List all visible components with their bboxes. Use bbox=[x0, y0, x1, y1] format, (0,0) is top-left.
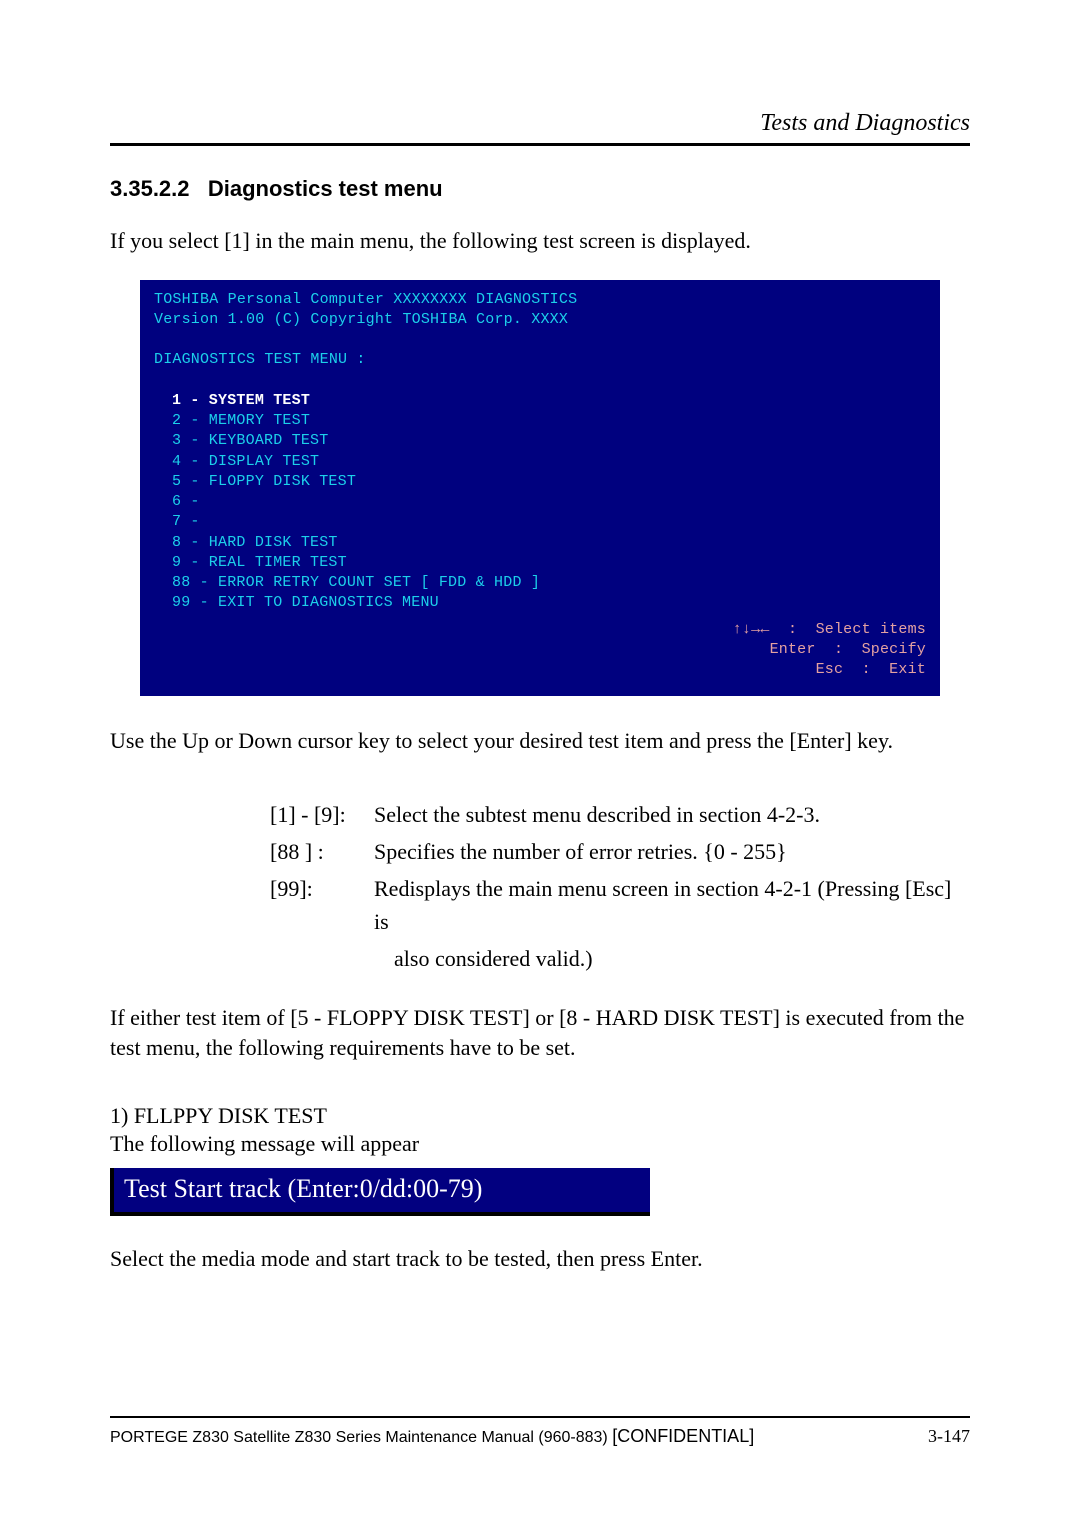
diag-item-2: 2 - MEMORY TEST bbox=[172, 411, 926, 431]
diag-item-4: 4 - DISPLAY TEST bbox=[172, 452, 926, 472]
opt-1-9-key: [1] - [9]: bbox=[270, 798, 370, 831]
diag-item-99: 99 - EXIT TO DIAGNOSTICS MENU bbox=[172, 593, 926, 613]
diag-title-line2: Version 1.00 (C) Copyright TOSHIBA Corp.… bbox=[154, 310, 926, 330]
section-title: Diagnostics test menu bbox=[208, 176, 443, 201]
chapter-header: Tests and Diagnostics bbox=[110, 110, 970, 137]
diag-keys-line2: Enter : Specify bbox=[770, 641, 926, 658]
select-media-text: Select the media mode and start track to… bbox=[110, 1244, 970, 1274]
track-prompt-box: Test Start track (Enter:0/dd:00-79) bbox=[110, 1168, 650, 1216]
diag-item-7: 7 - bbox=[172, 512, 926, 532]
condition-paragraph: If either test item of [5 - FLOPPY DISK … bbox=[110, 1003, 970, 1062]
diag-key-help: ↑↓→← : Select items Enter : Specify Esc … bbox=[154, 620, 926, 681]
diag-item-88: 88 - ERROR RETRY COUNT SET [ FDD & HDD ] bbox=[172, 573, 926, 593]
section-number: 3.35.2.2 bbox=[110, 176, 190, 201]
footer-confidential: [CONFIDENTIAL] bbox=[612, 1426, 754, 1446]
diag-item-6: 6 - bbox=[172, 492, 926, 512]
diagnostics-screenshot: TOSHIBA Personal Computer XXXXXXXX DIAGN… bbox=[140, 280, 940, 697]
diag-keys-line3: Esc : Exit bbox=[797, 661, 926, 678]
opt-99-val: Redisplays the main menu screen in secti… bbox=[370, 872, 970, 938]
page: Tests and Diagnostics 3.35.2.2 Diagnosti… bbox=[0, 0, 1080, 1527]
diag-item-1: 1 - SYSTEM TEST bbox=[172, 391, 926, 411]
header-rule bbox=[110, 143, 970, 146]
intro-paragraph: If you select [1] in the main menu, the … bbox=[110, 226, 970, 256]
footer-manual-title: PORTEGE Z830 Satellite Z830 Series Maint… bbox=[110, 1429, 612, 1446]
diag-keys-line1: ↑↓→← : Select items bbox=[733, 621, 926, 638]
footer-rule bbox=[110, 1416, 970, 1418]
opt-99-val-cont: also considered valid.) bbox=[394, 942, 970, 975]
section-heading: 3.35.2.2 Diagnostics test menu bbox=[110, 176, 970, 202]
opt-1-9-val: Select the subtest menu described in sec… bbox=[370, 798, 970, 831]
footer-page-number: 3-147 bbox=[928, 1426, 970, 1447]
page-footer: PORTEGE Z830 Satellite Z830 Series Maint… bbox=[110, 1416, 970, 1447]
floppy-disk-sub: The following message will appear bbox=[110, 1129, 970, 1159]
footer-left: PORTEGE Z830 Satellite Z830 Series Maint… bbox=[110, 1426, 754, 1447]
diag-menu-title: DIAGNOSTICS TEST MENU : bbox=[154, 350, 926, 370]
diag-item-5: 5 - FLOPPY DISK TEST bbox=[172, 472, 926, 492]
option-descriptions: [1] - [9]: Select the subtest menu descr… bbox=[270, 798, 970, 975]
diag-item-8: 8 - HARD DISK TEST bbox=[172, 533, 926, 553]
diag-item-9: 9 - REAL TIMER TEST bbox=[172, 553, 926, 573]
opt-99-key: [99]: bbox=[270, 872, 370, 938]
opt-88-val: Specifies the number of error retries. {… bbox=[370, 835, 970, 868]
after-screenshot-text: Use the Up or Down cursor key to select … bbox=[110, 726, 970, 756]
opt-88-key: [88 ] : bbox=[270, 835, 370, 868]
floppy-disk-head: 1) FLLPPY DISK TEST bbox=[110, 1103, 970, 1129]
diag-title-line1: TOSHIBA Personal Computer XXXXXXXX DIAGN… bbox=[154, 290, 926, 310]
diag-item-3: 3 - KEYBOARD TEST bbox=[172, 431, 926, 451]
